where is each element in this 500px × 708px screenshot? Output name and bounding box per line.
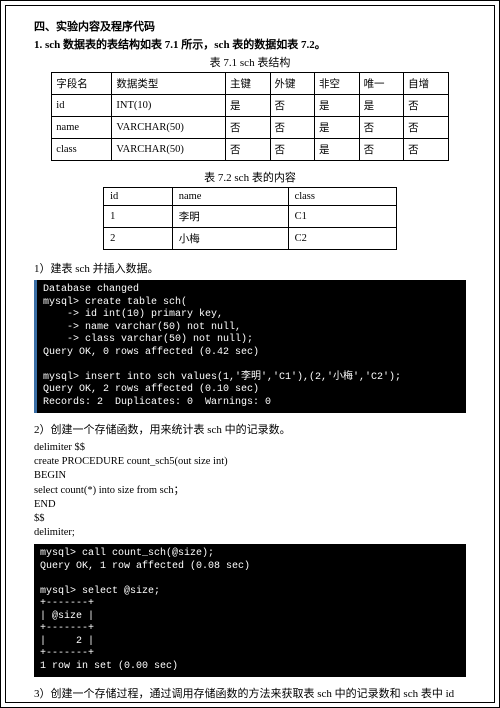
step3-title: 3）创建一个存储过程，通过调用存储函数的方法来获取表 sch 中的记录数和 sc… — [34, 685, 466, 703]
col-pk: 主键 — [225, 73, 270, 95]
terminal-create-insert: Database changed mysql> create table sch… — [34, 280, 466, 413]
section-heading: 四、实验内容及程序代码 — [34, 18, 466, 34]
table-row: class VARCHAR(50) 否 否 是 否 否 — [52, 139, 448, 161]
table72-caption: 表 7.2 sch 表的内容 — [34, 169, 466, 185]
table-row: name VARCHAR(50) 否 否 是 否 否 — [52, 117, 448, 139]
col-fieldname: 字段名 — [52, 73, 112, 95]
col-datatype: 数据类型 — [112, 73, 226, 95]
table-row: 1 李明 C1 — [104, 206, 397, 228]
table71-caption: 表 7.1 sch 表结构 — [34, 54, 466, 70]
table-header-row: 字段名 数据类型 主键 外键 非空 唯一 自增 — [52, 73, 448, 95]
col-autoinc: 自增 — [404, 73, 449, 95]
page-content: 四、实验内容及程序代码 1. sch 数据表的表结构如表 7.1 所示，sch … — [5, 5, 495, 703]
subheading: 1. sch 数据表的表结构如表 7.1 所示，sch 表的数据如表 7.2。 — [34, 36, 466, 52]
table-header-row: id name class — [104, 188, 397, 206]
step2-title: 2）创建一个存储函数，用来统计表 sch 中的记录数。 — [34, 421, 466, 437]
col-unique: 唯一 — [359, 73, 404, 95]
step2-code: delimiter $$ create PROCEDURE count_sch5… — [34, 441, 466, 540]
terminal-call-proc: mysql> call count_sch(@size); Query OK, … — [34, 544, 466, 677]
table-sch-structure: 字段名 数据类型 主键 外键 非空 唯一 自增 id INT(10) 是 否 是… — [51, 72, 448, 161]
table-sch-content: id name class 1 李明 C1 2 小梅 C2 — [103, 187, 397, 250]
col-fk: 外键 — [270, 73, 315, 95]
page-frame: 四、实验内容及程序代码 1. sch 数据表的表结构如表 7.1 所示，sch … — [0, 0, 500, 708]
col-notnull: 非空 — [315, 73, 360, 95]
table-row: 2 小梅 C2 — [104, 228, 397, 250]
table-row: id INT(10) 是 否 是 是 否 — [52, 95, 448, 117]
step1-title: 1）建表 sch 并插入数据。 — [34, 260, 466, 276]
